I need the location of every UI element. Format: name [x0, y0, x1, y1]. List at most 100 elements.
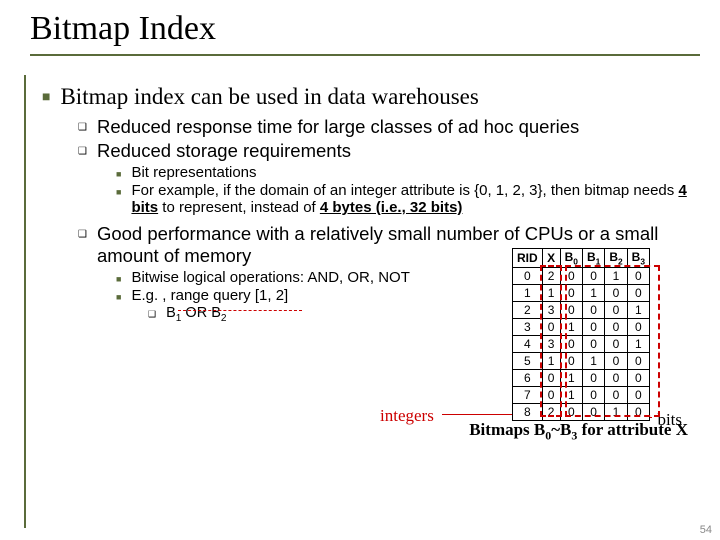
lvl3-text: Bit representations	[131, 164, 256, 181]
table-cell: 0	[582, 387, 604, 404]
text-fragment: for attribute X	[577, 420, 688, 439]
table-header: RID	[512, 249, 542, 268]
table-cell: 0	[605, 319, 627, 336]
table-header: B1	[582, 249, 604, 268]
table-cell: 0	[605, 353, 627, 370]
table-cell: 0	[605, 336, 627, 353]
table-row: 430001	[512, 336, 649, 353]
table-cell: 0	[542, 370, 560, 387]
text-fragment: B	[166, 305, 176, 321]
table-cell: 0	[560, 285, 582, 302]
table-cell: 3	[542, 302, 560, 319]
text-fragment: OR	[181, 305, 211, 321]
table-cell: 1	[627, 336, 649, 353]
label-integers: integers	[380, 406, 434, 426]
bullet-lvl2: ❑ Reduced storage requirements	[78, 140, 700, 162]
square-outline-icon: ❑	[78, 229, 87, 267]
table-row: 110100	[512, 285, 649, 302]
table-cell: 0	[582, 319, 604, 336]
table-cell: 0	[627, 370, 649, 387]
table-cell: 1	[512, 285, 542, 302]
table-cell: 3	[512, 319, 542, 336]
table-cell: 0	[542, 319, 560, 336]
table-cell: 0	[560, 404, 582, 421]
table-row: 301000	[512, 319, 649, 336]
table-cell: 1	[582, 285, 604, 302]
accent-bar	[24, 75, 26, 528]
table-cell: 0	[627, 387, 649, 404]
table-cell: 1	[560, 387, 582, 404]
text-fragment: Bitmaps B	[469, 420, 545, 439]
table-cell: 0	[605, 302, 627, 319]
square-bullet-icon: ■	[116, 169, 121, 181]
lvl3-text: For example, if the domain of an integer…	[131, 182, 700, 216]
text-fragment: B	[211, 305, 221, 321]
lvl4-text: B1 OR B2	[166, 305, 226, 324]
text-fragment: 4 bytes (i.e., 32 bits)	[320, 199, 463, 216]
table-cell: 1	[542, 353, 560, 370]
table-cell: 1	[582, 353, 604, 370]
table-cell: 0	[582, 302, 604, 319]
page-number: 54	[700, 524, 712, 536]
text-fragment: ~B	[551, 420, 571, 439]
table-header: B2	[605, 249, 627, 268]
table-cell: 0	[627, 353, 649, 370]
table-cell: 0	[605, 387, 627, 404]
lvl2-text: Reduced storage requirements	[97, 140, 351, 162]
table-cell: 0	[627, 404, 649, 421]
page-title: Bitmap Index	[30, 10, 700, 56]
table-cell: 1	[560, 370, 582, 387]
table-row: 020010	[512, 268, 649, 285]
table-cell: 0	[627, 268, 649, 285]
square-bullet-icon: ■	[42, 90, 50, 110]
lvl3-text: E.g. , range query [1, 2]	[131, 287, 288, 304]
table-cell: 1	[542, 285, 560, 302]
table-cell: 0	[512, 268, 542, 285]
table-cell: 0	[627, 319, 649, 336]
table-cell: 2	[512, 302, 542, 319]
lvl2-text: Reduced response time for large classes …	[97, 116, 579, 138]
table-row: 230001	[512, 302, 649, 319]
table-row: 820010	[512, 404, 649, 421]
table-row: 510100	[512, 353, 649, 370]
square-outline-icon: ❑	[78, 146, 87, 162]
table-cell: 2	[542, 404, 560, 421]
table-cell: 2	[542, 268, 560, 285]
bullet-lvl1: ■ Bitmap index can be used in data wareh…	[42, 84, 700, 110]
lvl3-text: Bitwise logical operations: AND, OR, NOT	[131, 269, 409, 286]
table-cell: 4	[512, 336, 542, 353]
square-bullet-icon: ■	[116, 187, 121, 216]
square-bullet-icon: ■	[116, 274, 121, 286]
table-row: 601000	[512, 370, 649, 387]
bitmap-table-wrap: RIDXB0B1B2B3 020010110100230001301000430…	[512, 248, 650, 421]
table-caption: Bitmaps B0~B3 for attribute X	[469, 420, 688, 443]
bullet-lvl3: ■ Bit representations	[116, 164, 700, 181]
table-cell: 6	[512, 370, 542, 387]
bitmap-table: RIDXB0B1B2B3 020010110100230001301000430…	[512, 248, 650, 421]
table-cell: 0	[560, 302, 582, 319]
text-fragment: For example, if the domain of an integer…	[131, 182, 678, 199]
table-cell: 8	[512, 404, 542, 421]
table-cell: 1	[605, 268, 627, 285]
table-header: X	[542, 249, 560, 268]
table-cell: 1	[605, 404, 627, 421]
bullet-lvl3: ■ For example, if the domain of an integ…	[116, 182, 700, 216]
table-cell: 0	[560, 353, 582, 370]
lvl1-text: Bitmap index can be used in data warehou…	[60, 84, 478, 110]
table-header: B0	[560, 249, 582, 268]
table-cell: 5	[512, 353, 542, 370]
square-outline-icon: ❑	[78, 122, 87, 138]
table-cell: 1	[627, 302, 649, 319]
table-cell: 0	[582, 370, 604, 387]
table-cell: 7	[512, 387, 542, 404]
table-cell: 0	[605, 285, 627, 302]
table-cell: 0	[605, 370, 627, 387]
table-cell: 1	[560, 319, 582, 336]
table-cell: 0	[542, 387, 560, 404]
table-cell: 0	[582, 404, 604, 421]
table-cell: 0	[560, 268, 582, 285]
table-cell: 0	[560, 336, 582, 353]
square-outline-icon: ❑	[148, 309, 156, 324]
table-row: 701000	[512, 387, 649, 404]
subscript: 2	[221, 313, 227, 324]
